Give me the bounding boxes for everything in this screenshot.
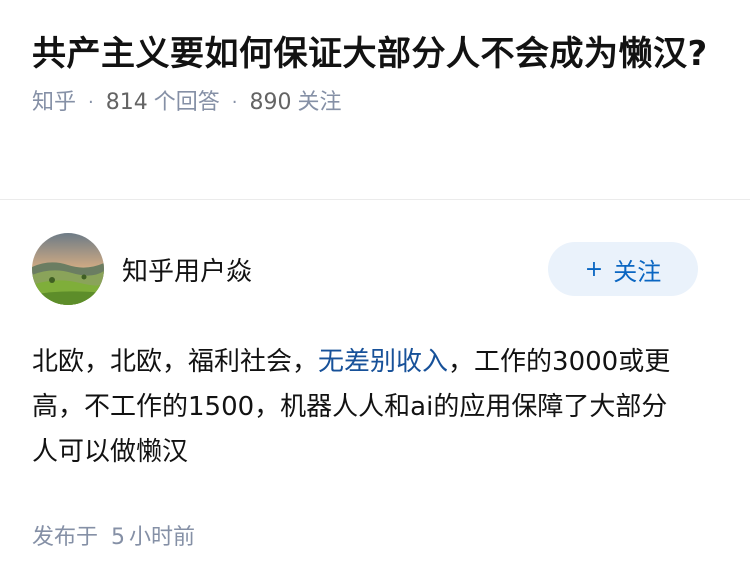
avatar[interactable] — [32, 233, 104, 305]
plus-icon: + — [584, 256, 604, 282]
follower-count-label: 关注 — [297, 90, 342, 115]
answer-publish-time: 发布于 5 小时前 — [32, 519, 718, 551]
question-meta: 知乎 · 814 个回答 · 890 关注 — [32, 88, 718, 118]
publish-time-suffix: 小时前 — [129, 525, 196, 550]
answer-card: 知乎用户焱 + 关注 北欧，北欧，福利社会，无差别收入，工作的3000或更高，不… — [0, 200, 750, 551]
question-title[interactable]: 共产主义要如何保证大部分人不会成为懒汉? — [32, 30, 718, 78]
answer-content[interactable]: 北欧，北欧，福利社会，无差别收入，工作的3000或更高，不工作的1500，机器人… — [32, 340, 688, 475]
landscape-avatar-icon — [32, 233, 104, 305]
follower-count: 890 — [249, 90, 292, 115]
answer-text-start: 北欧，北欧，福利社会， — [32, 347, 319, 377]
meta-separator: · — [88, 92, 94, 113]
author-row: 知乎用户焱 + 关注 — [32, 232, 718, 306]
source-label[interactable]: 知乎 — [32, 88, 76, 118]
answer-inline-link[interactable]: 无差别收入 — [318, 347, 448, 377]
follow-button[interactable]: + 关注 — [548, 242, 698, 296]
question-header: 共产主义要如何保证大部分人不会成为懒汉? 知乎 · 814 个回答 · 890 … — [0, 0, 750, 200]
publish-time-value: 5 — [111, 525, 126, 550]
answer-count-label: 个回答 — [153, 90, 220, 115]
author-name[interactable]: 知乎用户焱 — [122, 251, 548, 288]
follow-button-label: 关注 — [613, 257, 662, 286]
answer-count: 814 — [105, 90, 148, 115]
question-page: 共产主义要如何保证大部分人不会成为懒汉? 知乎 · 814 个回答 · 890 … — [0, 0, 750, 580]
meta-separator: · — [231, 92, 238, 113]
publish-time-prefix: 发布于 — [32, 525, 99, 550]
